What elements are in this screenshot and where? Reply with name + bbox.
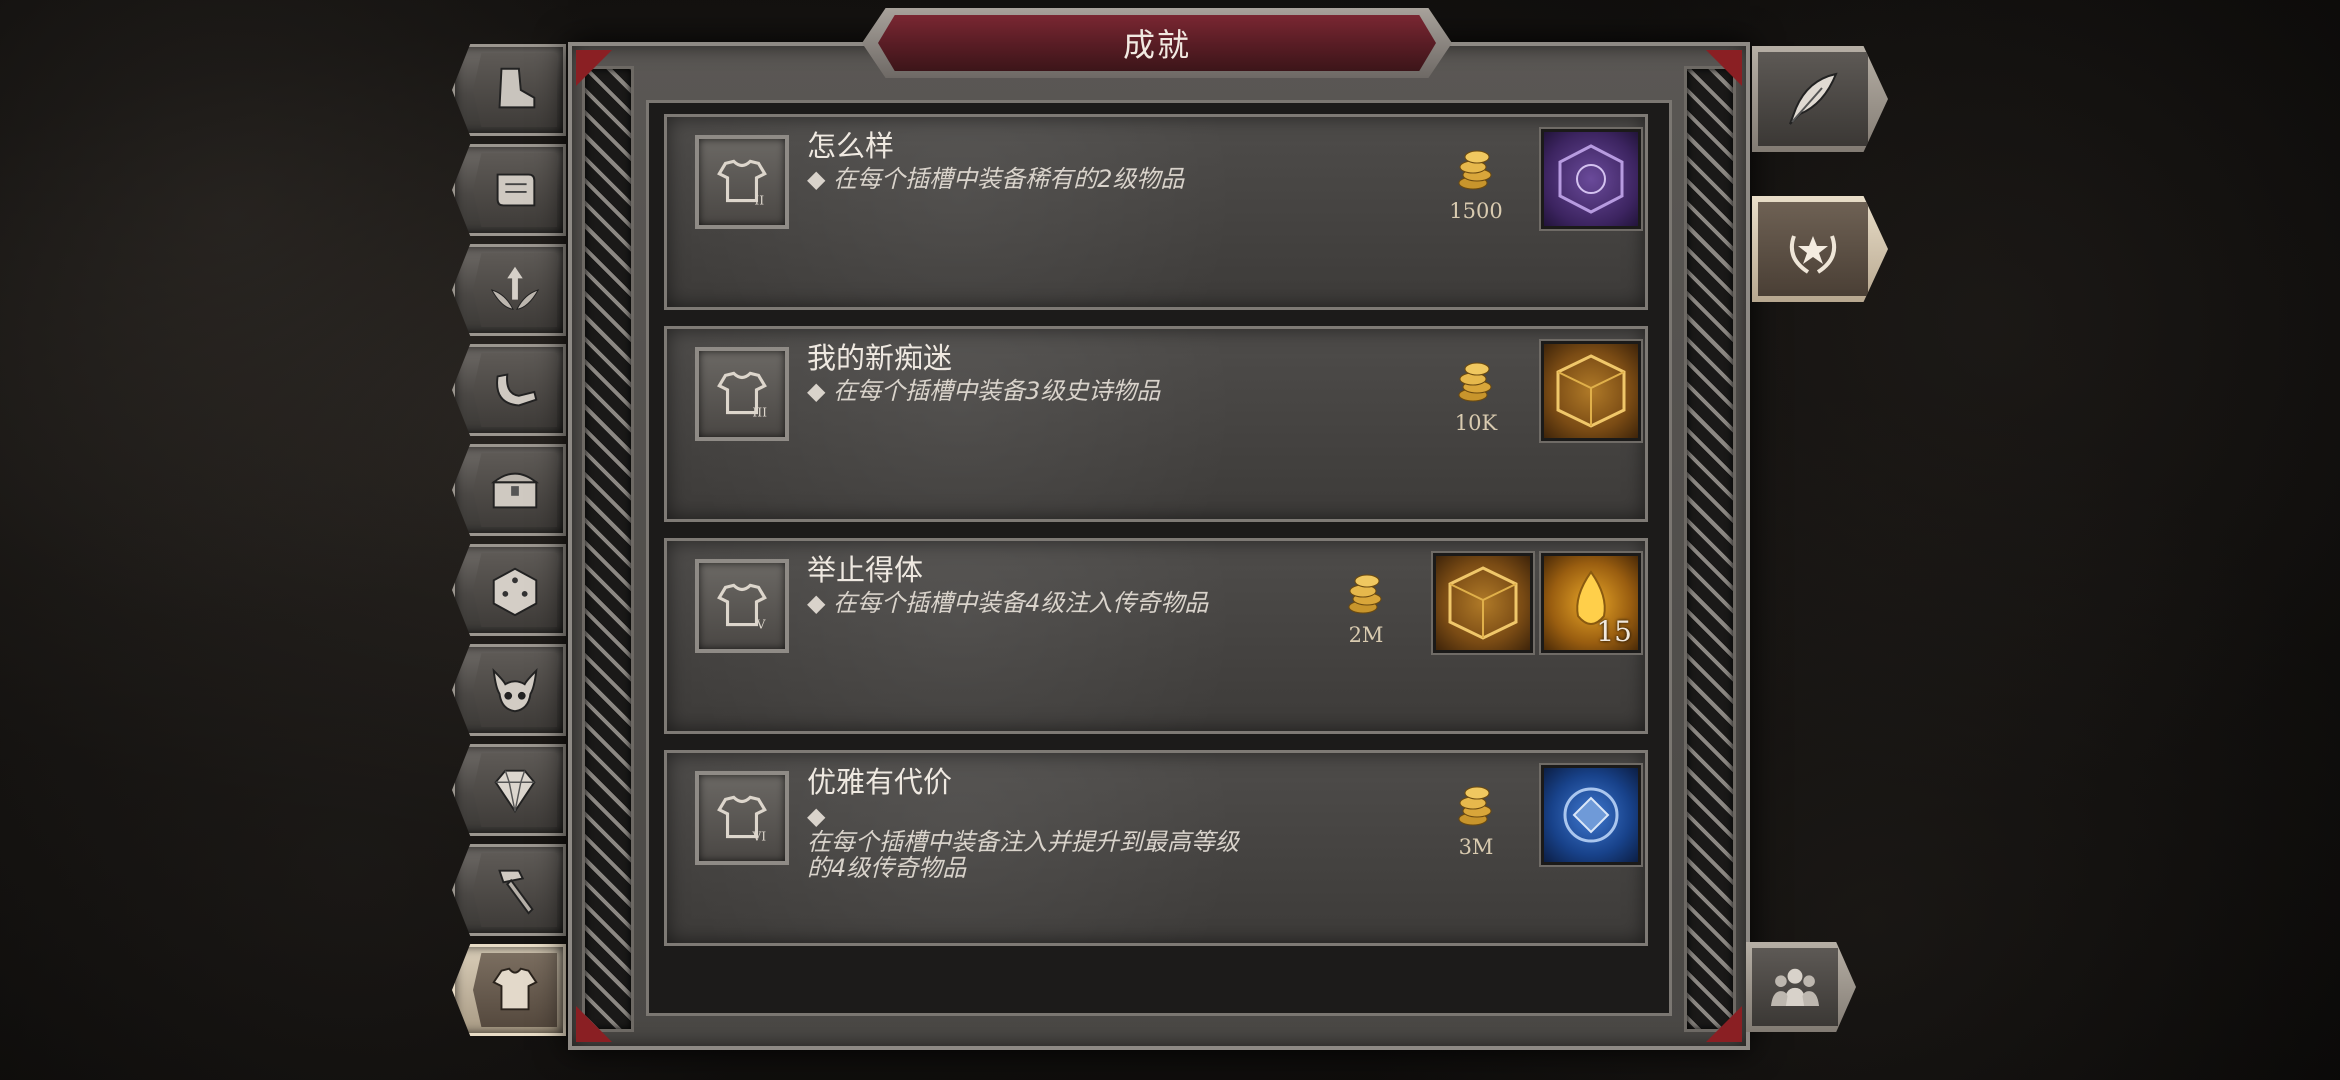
scroll-icon — [496, 173, 536, 207]
achievement-description: ◆ 在每个插槽中装备3级史诗物品 — [807, 377, 1161, 405]
tab-bestiary[interactable] — [452, 644, 566, 736]
tab-social[interactable] — [1746, 942, 1856, 1032]
winged-arrow-icon — [490, 266, 540, 310]
gold-reward: 1500 — [1441, 143, 1511, 223]
boot-icon — [498, 67, 536, 109]
achievement-title: 怎么样 — [807, 129, 895, 163]
corner-ornament-bottom-left — [576, 1006, 612, 1042]
gold-amount: 2M — [1348, 623, 1384, 647]
blue-emblem-icon — [1563, 787, 1619, 843]
achievement-row[interactable]: III 我的新痴迷 ◆ 在每个插槽中装备3级史诗物品 10K — [664, 326, 1648, 522]
achievement-description: ◆ 在每个插槽中装备注入并提升到最高等级 的4级传奇物品 — [807, 803, 1239, 881]
svg-text:III: III — [752, 405, 767, 420]
tab-skills[interactable] — [452, 244, 566, 336]
achievement-icon: V — [695, 559, 789, 653]
gold-amount: 10K — [1454, 411, 1498, 435]
achievement-title: 举止得体 — [807, 553, 924, 587]
gold-coins-icon — [1348, 574, 1382, 614]
description-bullet: ◆ — [807, 802, 826, 830]
reward-item[interactable] — [1541, 129, 1641, 229]
gold-reward: 3M — [1441, 779, 1511, 859]
gold-coins-icon — [1458, 362, 1492, 402]
purple-rune-cube-icon — [1558, 144, 1624, 214]
corner-ornament-top-left — [576, 50, 612, 86]
svg-text:VI: VI — [751, 829, 766, 844]
gold-coins-icon — [1458, 150, 1492, 190]
gem-icon — [494, 769, 536, 814]
armor-icon: III — [717, 371, 767, 420]
reward-item[interactable] — [1541, 341, 1641, 441]
tab-gambling[interactable] — [452, 544, 566, 636]
dice-icon — [492, 567, 538, 617]
golden-cube-icon — [1448, 566, 1518, 640]
tab-equipment[interactable] — [452, 44, 566, 136]
reward-quantity: 15 — [1596, 615, 1632, 648]
tab-gems[interactable] — [452, 744, 566, 836]
tab-stash[interactable] — [452, 444, 566, 536]
description-line: 的4级传奇物品 — [807, 854, 967, 882]
horn-icon — [496, 373, 538, 407]
achievement-row[interactable]: V 举止得体 ◆ 在每个插槽中装备4级注入传奇物品 2M 15 — [664, 538, 1648, 734]
quill-icon — [1789, 72, 1838, 125]
page-title: 成就 — [878, 15, 1436, 71]
tab-quests[interactable] — [452, 144, 566, 236]
achievement-row[interactable]: VI 优雅有代价 ◆ 在每个插槽中装备注入并提升到最高等级 的4级传奇物品 3M — [664, 750, 1648, 946]
achievement-description: ◆ 在每个插槽中装备稀有的2级物品 — [807, 165, 1185, 193]
reward-item[interactable] — [1541, 765, 1641, 865]
demon-skull-icon — [492, 668, 538, 713]
gold-coins-icon — [1458, 786, 1492, 826]
gold-amount: 1500 — [1449, 199, 1503, 223]
svg-text:II: II — [754, 193, 764, 208]
left-knot-border — [582, 66, 634, 1032]
svg-text:V: V — [755, 617, 766, 632]
gold-reward: 10K — [1441, 355, 1511, 435]
achievement-title: 优雅有代价 — [807, 765, 953, 799]
right-knot-border — [1684, 66, 1736, 1032]
armor-icon — [492, 967, 538, 1011]
achievement-icon: II — [695, 135, 789, 229]
gold-reward: 2M — [1331, 567, 1401, 647]
hammer-icon — [498, 869, 534, 915]
corner-ornament-top-right — [1706, 50, 1742, 86]
achievement-description: ◆ 在每个插槽中装备4级注入传奇物品 — [807, 589, 1209, 617]
treasure-chest-icon — [491, 472, 539, 509]
tab-horn[interactable] — [452, 344, 566, 436]
reward-item[interactable] — [1433, 553, 1533, 653]
armor-icon: V — [717, 583, 767, 632]
title-banner: 成就 — [862, 8, 1452, 78]
achievement-title: 我的新痴迷 — [807, 341, 953, 375]
tab-journal[interactable] — [1752, 46, 1888, 152]
tab-crafting[interactable] — [452, 844, 566, 936]
corner-ornament-bottom-right — [1706, 1006, 1742, 1042]
golden-cube-icon — [1556, 354, 1626, 428]
laurel-star-icon — [1789, 235, 1837, 274]
achievement-icon: VI — [695, 771, 789, 865]
group-icon — [1770, 968, 1820, 1007]
tab-achievements-list[interactable] — [1752, 196, 1888, 302]
tab-achievements[interactable] — [452, 944, 566, 1036]
gold-amount: 3M — [1458, 835, 1494, 859]
achievement-icon: III — [695, 347, 789, 441]
armor-icon: VI — [717, 795, 767, 844]
armor-icon: II — [717, 159, 767, 208]
description-line: 在每个插槽中装备注入并提升到最高等级 — [807, 828, 1239, 856]
achievement-row[interactable]: II 怎么样 ◆ 在每个插槽中装备稀有的2级物品 1500 — [664, 114, 1648, 310]
reward-item[interactable]: 15 — [1541, 553, 1641, 653]
